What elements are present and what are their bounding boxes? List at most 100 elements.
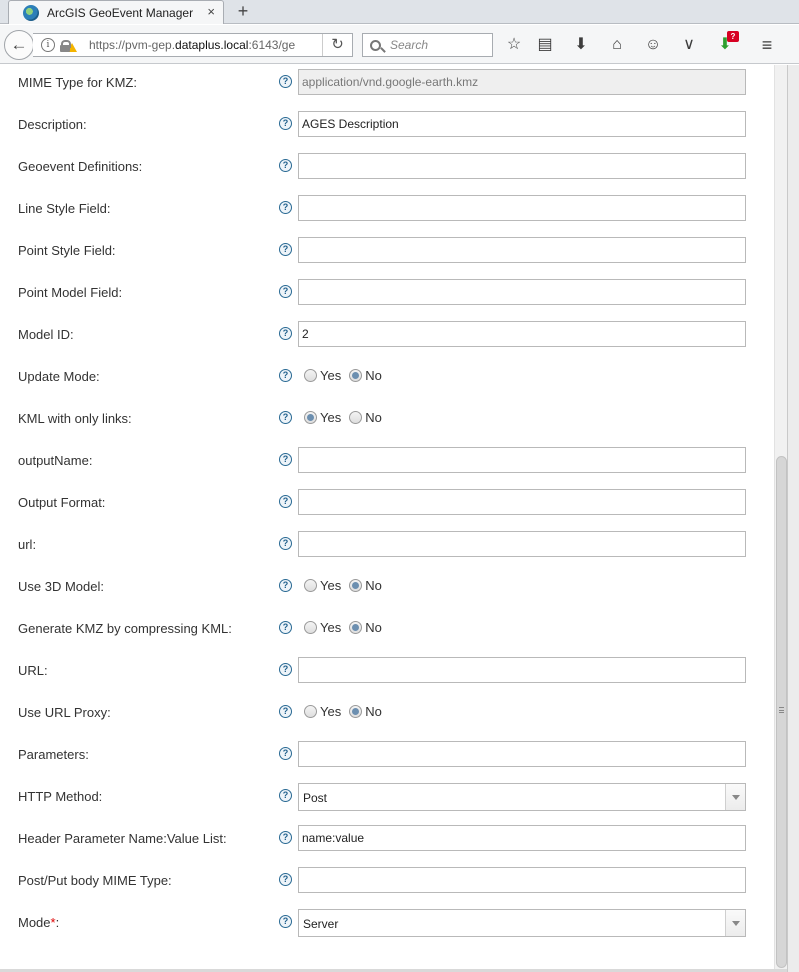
help-icon[interactable]: ? xyxy=(279,705,292,718)
help-icon[interactable]: ? xyxy=(279,621,292,634)
field-label: Use 3D Model: xyxy=(18,579,104,594)
arcgis-globe-icon xyxy=(23,4,39,21)
radio-button-no[interactable] xyxy=(349,705,363,718)
help-icon[interactable]: ? xyxy=(279,747,292,760)
field-label: url: xyxy=(18,537,37,552)
chevron-down-icon[interactable] xyxy=(725,910,745,936)
text-field[interactable] xyxy=(298,321,746,347)
downloads-addon-icon[interactable]: ⬇? xyxy=(715,31,739,55)
radio-button-yes[interactable] xyxy=(304,621,317,634)
help-icon[interactable]: ? xyxy=(279,579,292,592)
hamburger-menu-icon[interactable]: ≡ xyxy=(757,35,777,55)
text-field[interactable] xyxy=(298,657,746,683)
chevron-down-icon[interactable] xyxy=(725,784,745,810)
radio-label[interactable]: Yes xyxy=(320,578,341,593)
dropdown-select[interactable]: Server xyxy=(298,909,746,937)
help-icon[interactable]: ? xyxy=(279,369,292,382)
radio-button-yes[interactable] xyxy=(304,369,317,382)
radio-label[interactable]: Yes xyxy=(320,704,341,719)
text-field[interactable] xyxy=(298,195,746,221)
radio-group: Yes No xyxy=(304,368,390,383)
radio-label[interactable]: Yes xyxy=(320,620,341,635)
form-row: Use URL Proxy:? Yes No xyxy=(0,697,774,727)
help-icon[interactable]: ? xyxy=(279,201,292,214)
radio-button-no[interactable] xyxy=(349,369,363,382)
radio-label[interactable]: No xyxy=(365,620,382,635)
text-field[interactable] xyxy=(298,867,746,893)
info-icon[interactable]: i xyxy=(41,38,55,52)
help-icon[interactable]: ? xyxy=(279,915,292,928)
chat-icon[interactable]: ☺ xyxy=(643,35,663,55)
text-field[interactable] xyxy=(298,825,746,851)
new-tab-button[interactable]: + xyxy=(233,0,253,22)
radio-button-no[interactable] xyxy=(349,621,363,634)
radio-label[interactable]: Yes xyxy=(320,368,341,383)
bookmark-star-icon[interactable]: ☆ xyxy=(504,35,524,55)
properties-form: MIME Type for KMZ:?Description:?Geoevent… xyxy=(0,65,774,972)
text-field[interactable] xyxy=(298,447,746,473)
form-row: Description:? xyxy=(0,109,774,139)
radio-label[interactable]: No xyxy=(365,578,382,593)
back-button[interactable]: ← xyxy=(4,30,34,60)
field-label: Update Mode: xyxy=(18,369,100,384)
text-field[interactable] xyxy=(298,279,746,305)
help-icon[interactable]: ? xyxy=(279,873,292,886)
field-label: Description: xyxy=(18,117,87,132)
search-box[interactable]: Search xyxy=(362,33,493,57)
help-icon[interactable]: ? xyxy=(279,495,292,508)
form-row: Parameters:? xyxy=(0,739,774,769)
vertical-scrollbar[interactable] xyxy=(774,65,787,972)
help-icon[interactable]: ? xyxy=(279,285,292,298)
field-label: Generate KMZ by compressing KML: xyxy=(18,621,232,636)
radio-button-no[interactable] xyxy=(349,579,363,592)
browser-tab[interactable]: ArcGIS GeoEvent Manager × xyxy=(8,0,224,24)
help-icon[interactable]: ? xyxy=(279,831,292,844)
help-icon[interactable]: ? xyxy=(279,453,292,466)
radio-label[interactable]: No xyxy=(365,368,382,383)
help-icon[interactable]: ? xyxy=(279,789,292,802)
field-label: Mode*: xyxy=(18,915,60,930)
help-icon[interactable]: ? xyxy=(279,159,292,172)
form-row: outputName:? xyxy=(0,445,774,475)
text-field[interactable] xyxy=(298,741,746,767)
help-icon[interactable]: ? xyxy=(279,411,292,424)
address-bar[interactable]: i https://pvm-gep.dataplus.local:6143/ge… xyxy=(33,33,353,57)
reload-icon[interactable]: ↻ xyxy=(322,34,352,56)
help-icon[interactable]: ? xyxy=(279,537,292,550)
text-field[interactable] xyxy=(298,237,746,263)
form-row: Post/Put body MIME Type:? xyxy=(0,865,774,895)
text-field[interactable] xyxy=(298,489,746,515)
help-icon[interactable]: ? xyxy=(279,663,292,676)
help-icon[interactable]: ? xyxy=(279,243,292,256)
pocket-icon[interactable]: ∨ xyxy=(679,35,699,55)
radio-label[interactable]: No xyxy=(365,704,382,719)
scrollbar-thumb[interactable] xyxy=(776,456,787,968)
text-field[interactable] xyxy=(298,531,746,557)
help-icon[interactable]: ? xyxy=(279,117,292,130)
navigation-toolbar: ← i https://pvm-gep.dataplus.local:6143/… xyxy=(0,25,799,64)
radio-label[interactable]: No xyxy=(365,410,382,425)
dropdown-select[interactable]: Post xyxy=(298,783,746,811)
radio-button-yes[interactable] xyxy=(304,411,317,424)
radio-button-yes[interactable] xyxy=(304,579,317,592)
reading-list-icon[interactable]: ▤ xyxy=(535,35,555,55)
url-text[interactable]: https://pvm-gep.dataplus.local:6143/ge xyxy=(89,38,325,52)
field-label: Use URL Proxy: xyxy=(18,705,111,720)
radio-label[interactable]: Yes xyxy=(320,410,341,425)
help-icon[interactable]: ? xyxy=(279,75,292,88)
close-tab-icon[interactable]: × xyxy=(207,4,215,19)
field-label: Geoevent Definitions: xyxy=(18,159,143,174)
radio-button-yes[interactable] xyxy=(304,705,317,718)
form-row: Update Mode:? Yes No xyxy=(0,361,774,391)
field-label: outputName: xyxy=(18,453,93,468)
field-label: URL: xyxy=(18,663,48,678)
radio-button-no[interactable] xyxy=(349,411,363,424)
home-icon[interactable]: ⌂ xyxy=(607,35,627,55)
form-row: Generate KMZ by compressing KML:? Yes No xyxy=(0,613,774,643)
text-field[interactable] xyxy=(298,153,746,179)
dropdown-value: Server xyxy=(303,917,339,931)
help-icon[interactable]: ? xyxy=(279,327,292,340)
form-row: URL:? xyxy=(0,655,774,685)
download-icon[interactable]: ⬇ xyxy=(571,35,591,55)
text-field[interactable] xyxy=(298,111,746,137)
